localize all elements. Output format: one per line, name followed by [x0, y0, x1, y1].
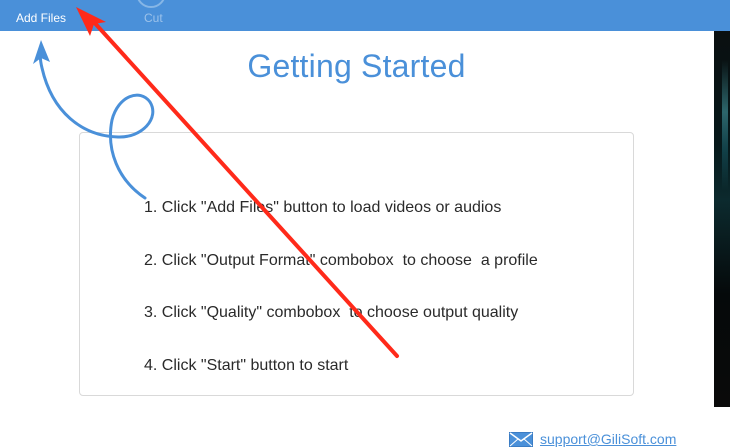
step-1: 1. Click "Add Files" button to load vide…	[144, 199, 502, 216]
add-files-button[interactable]: Add Files	[16, 0, 66, 31]
step-3: 3. Click "Quality" combobox to choose ou…	[144, 304, 519, 321]
step-4: 4. Click "Start" button to start	[144, 357, 349, 374]
step-2: 2. Click "Output Format" combobox to cho…	[144, 252, 538, 269]
cut-button[interactable]: Cut	[144, 0, 163, 31]
preview-glow	[722, 60, 728, 190]
mail-icon	[509, 432, 533, 447]
support-email[interactable]: support@GiliSoft.com	[540, 431, 676, 447]
page-title: Getting Started	[247, 48, 466, 84]
instructions-card: 1. Click "Add Files" button to load vide…	[79, 132, 634, 396]
toolbar: Add Files Cut	[0, 0, 730, 31]
app-window: Add Files Cut Getting Started 1. Click "…	[0, 0, 730, 447]
